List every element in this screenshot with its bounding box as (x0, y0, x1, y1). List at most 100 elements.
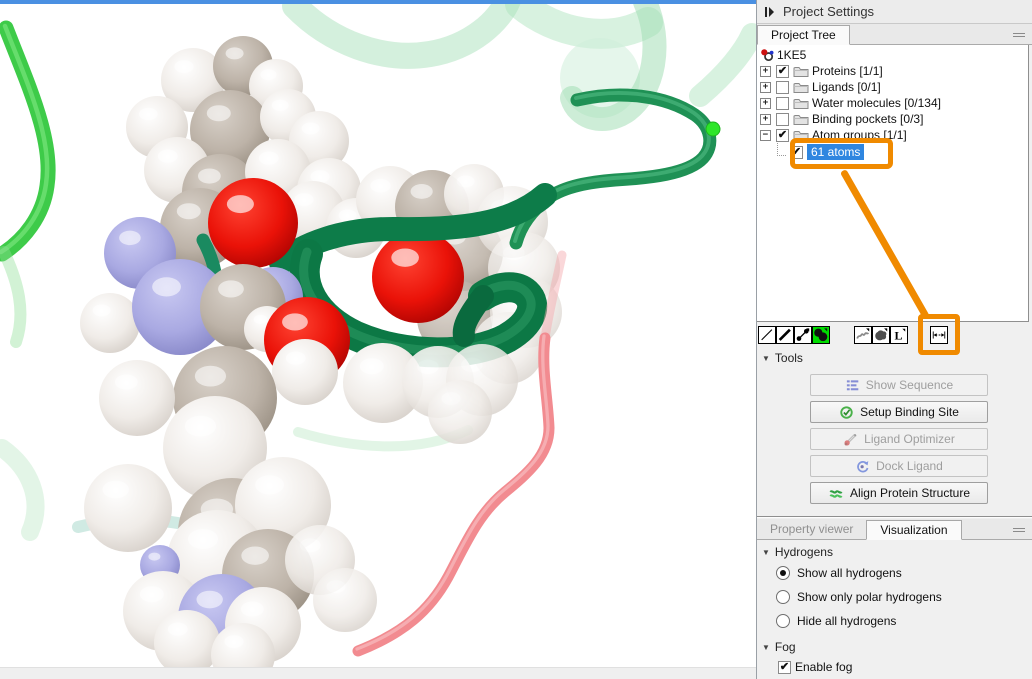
tool-button-label: Ligand Optimizer (864, 432, 955, 446)
tree-item-label: Ligands [0/1] (812, 80, 881, 94)
tab-property-viewer[interactable]: Property viewer (757, 519, 866, 539)
show-sequence-button[interactable]: Show Sequence (810, 374, 988, 396)
enable-fog-checkbox[interactable]: ✔ (778, 661, 791, 674)
radio-label: Hide all hydrogens (797, 614, 896, 628)
render-mode-ball-and-stick-icon[interactable] (794, 326, 812, 344)
folder-icon (793, 81, 809, 94)
render-mode-wireframe-icon[interactable] (758, 326, 776, 344)
render-mode-space-filling-icon[interactable] (812, 326, 830, 344)
render-mode-stick-icon[interactable] (776, 326, 794, 344)
radio-show-only-polar-hydrogens[interactable] (776, 590, 790, 604)
collapse-node-icon[interactable]: − (760, 130, 771, 141)
tree-row[interactable]: + Water molecules [0/134] (757, 95, 1028, 111)
render-mode-label-icon[interactable]: L (890, 326, 908, 344)
collapse-panel-icon[interactable] (764, 6, 775, 18)
render-mode-measure-distance-icon[interactable] (930, 326, 948, 344)
ribbon-segment (520, 4, 648, 34)
setup-binding-site-button[interactable]: Setup Binding Site (810, 401, 988, 423)
expand-node-icon[interactable]: + (760, 98, 771, 109)
panel-title: Project Settings (783, 4, 874, 19)
project-settings-panel: Project Settings Project Tree 1KE5 + ✔ Prot… (756, 0, 1032, 679)
dock-icon (855, 459, 870, 474)
tools-section-header[interactable]: ▼Tools (762, 351, 803, 365)
dock-ligand-button[interactable]: Dock Ligand (810, 455, 988, 477)
align-icon (828, 486, 844, 501)
ribbon-segment (4, 252, 20, 342)
tool-button-label: Setup Binding Site (860, 405, 959, 419)
molecule-3d-viewer[interactable] (0, 0, 756, 679)
project-tree: 1KE5 + ✔ Proteins [1/1] + Ligands [0/1] + Water… (757, 45, 1029, 322)
ribbon-segment (2, 448, 35, 532)
atom-sphere-h[interactable] (99, 360, 175, 436)
folder-icon (793, 65, 809, 78)
hydrogen-option-row: Show all hydrogens (776, 566, 902, 580)
tree-item-checkbox[interactable] (776, 113, 789, 126)
molecule-scene (0, 0, 756, 679)
align-protein-structure-button[interactable]: Align Protein Structure (810, 482, 988, 504)
ligand-optimizer-button[interactable]: Ligand Optimizer (810, 428, 988, 450)
hydrogen-option-row: Show only polar hydrogens (776, 590, 942, 604)
tab-visualization[interactable]: Visualization (866, 520, 961, 540)
tree-item-label: Proteins [1/1] (812, 64, 883, 78)
tree-item-checkbox[interactable]: ✔ (776, 65, 789, 78)
enable-fog-label: Enable fog (795, 660, 852, 674)
folder-icon (793, 129, 809, 142)
optimizer-icon (843, 432, 858, 447)
sequence-icon (845, 378, 860, 393)
atom-sphere-h[interactable] (428, 380, 492, 444)
atom-sphere-h[interactable] (84, 464, 172, 552)
panel-header[interactable]: Project Settings (757, 0, 1032, 24)
tool-button-label: Dock Ligand (876, 459, 943, 473)
folder-icon (793, 113, 809, 126)
atom-group-label[interactable]: 61 atoms (807, 144, 864, 160)
collapse-triangle-icon: ▼ (762, 548, 770, 557)
tool-button-label: Show Sequence (866, 378, 953, 392)
panel-splitter[interactable] (757, 516, 1032, 518)
expand-node-icon[interactable]: + (760, 82, 771, 93)
atom-group-checkbox[interactable]: ✔ (790, 146, 803, 159)
radio-show-all-hydrogens[interactable] (776, 566, 790, 580)
bottom-tabbar: Property viewerVisualization (757, 519, 1032, 540)
render-mode-surface-icon[interactable] (872, 326, 890, 344)
tree-root-label: 1KE5 (777, 48, 806, 62)
panel-resize-handle[interactable] (1013, 33, 1025, 37)
radio-hide-all-hydrogens[interactable] (776, 614, 790, 628)
atom-sphere-h[interactable] (272, 339, 338, 405)
tree-guide-line (777, 143, 786, 156)
molecule-project-icon (760, 48, 774, 62)
tree-item-label: Water molecules [0/134] (812, 96, 941, 110)
atom-sphere-o[interactable] (208, 178, 298, 268)
fog-section-header[interactable]: ▼Fog (762, 640, 796, 654)
tree-item-checkbox[interactable] (776, 97, 789, 110)
tab-project-tree[interactable]: Project Tree (757, 25, 850, 45)
svg-text:L: L (895, 328, 903, 342)
collapse-triangle-icon: ▼ (762, 354, 770, 363)
viewer-focus-strip (0, 0, 756, 4)
terminus-green-dot[interactable] (706, 122, 720, 136)
expand-node-icon[interactable]: + (760, 66, 771, 77)
folder-icon (793, 97, 809, 110)
ribbon-segment (700, 34, 752, 96)
bottom-panel-resize-handle[interactable] (1013, 528, 1025, 532)
viewer-bottom-strip (0, 667, 756, 679)
tree-item-label: Binding pockets [0/3] (812, 112, 923, 126)
radio-label: Show only polar hydrogens (797, 590, 942, 604)
hydrogens-section-header[interactable]: ▼Hydrogens (762, 545, 833, 559)
ribbon-segment (295, 0, 508, 56)
atom-sphere-h[interactable] (80, 293, 140, 353)
tree-item-checkbox[interactable]: ✔ (776, 129, 789, 142)
tree-item-label: Atom groups [1/1] (812, 128, 907, 142)
tree-row[interactable]: + Binding pockets [0/3] (757, 111, 1028, 127)
application-window: Project Settings Project Tree 1KE5 + ✔ Prot… (0, 0, 1032, 679)
tree-item-checkbox[interactable] (776, 81, 789, 94)
tree-row[interactable]: + ✔ Proteins [1/1] (757, 63, 1028, 79)
render-mode-backbone-icon[interactable] (854, 326, 872, 344)
tree-row[interactable]: + Ligands [0/1] (757, 79, 1028, 95)
expand-node-icon[interactable]: + (760, 114, 771, 125)
tree-root-row[interactable]: 1KE5 (757, 47, 1028, 63)
ribbon-segment (2, 28, 48, 254)
atom-sphere-o[interactable] (372, 231, 464, 323)
tree-child-row[interactable]: ✔ 61 atoms (757, 143, 1028, 161)
tree-row[interactable]: −✔ Atom groups [1/1] (757, 127, 1028, 143)
atom-sphere-h[interactable] (313, 568, 377, 632)
